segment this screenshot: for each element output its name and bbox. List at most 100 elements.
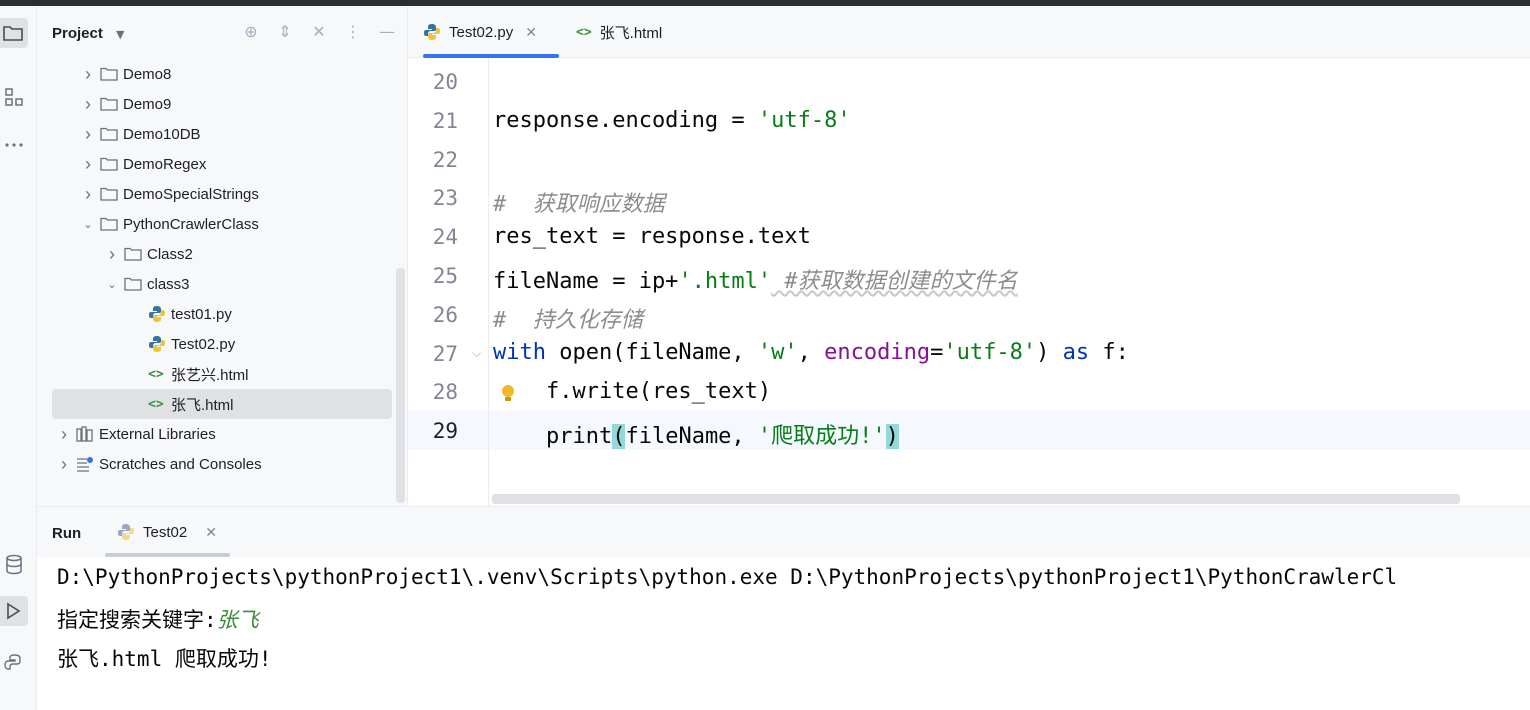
close-icon[interactable]: ✕ — [525, 24, 537, 41]
line-number: 21 — [432, 108, 458, 133]
folder-icon — [100, 185, 118, 203]
tree-item[interactable]: test01.py — [37, 299, 397, 329]
tree-item[interactable]: › Demo8 — [37, 59, 397, 89]
chevron-right-icon[interactable]: › — [57, 424, 71, 445]
tree-item-label: DemoRegex — [123, 155, 207, 173]
gutter-divider — [488, 58, 489, 506]
tree-item-label: Test02.py — [171, 335, 236, 353]
tree-scrollbar[interactable] — [396, 268, 405, 503]
tree-item[interactable]: › Scratches and Consoles — [37, 449, 397, 479]
chevron-down-icon[interactable]: ⌄ — [81, 218, 95, 231]
run-title: Run — [52, 525, 82, 542]
tree-item[interactable]: › Demo10DB — [37, 119, 397, 149]
line-number: 28 — [432, 380, 458, 405]
run-tab-label: Test02 — [143, 523, 188, 541]
line-number: 25 — [432, 264, 458, 288]
python-console-icon[interactable] — [0, 648, 28, 678]
chevron-down-icon[interactable]: ▼ — [116, 28, 124, 41]
folder-icon — [100, 215, 118, 233]
project-folder-icon[interactable] — [0, 18, 28, 48]
tool-window-strip — [0, 6, 37, 710]
fold-icon[interactable]: ⌵ — [472, 346, 481, 361]
chevron-right-icon[interactable]: › — [105, 244, 119, 265]
project-toolbar: ⊕ ⇕ ✕ ⋮ — — [241, 22, 397, 41]
tab-label: Test02.py — [449, 23, 514, 41]
tree-item[interactable]: › Demo9 — [37, 89, 397, 119]
folder-icon — [124, 275, 142, 293]
folder-icon — [100, 155, 118, 173]
tree-item-label: Scratches and Consoles — [99, 455, 262, 473]
tree-item[interactable]: <> 张艺兴.html — [37, 359, 397, 389]
code-editor[interactable]: 20 21 22 23 24 25 26 27 28 29 ⌵ response.encoding… — [408, 58, 1530, 506]
line-number: 27 — [432, 341, 458, 366]
tree-item-label: Demo8 — [123, 65, 172, 83]
project-panel-header: Project ▼ ⊕ ⇕ ✕ ⋮ — — [37, 6, 408, 58]
expand-collapse-icon[interactable]: ⇕ — [275, 22, 295, 41]
chevron-right-icon[interactable]: › — [81, 64, 95, 85]
console-line-prompt: 指定搜索关键字:张飞 — [57, 608, 259, 632]
tree-item-label: test01.py — [171, 305, 232, 323]
run-icon[interactable] — [0, 596, 28, 626]
scratches-icon — [76, 455, 94, 473]
project-tree: › Demo8 › Demo9 › Demo10DB › DemoRegex › DemoSpec… — [37, 59, 397, 479]
tree-item-label: Demo10DB — [123, 125, 201, 143]
tree-item-label: 张艺兴.html — [171, 366, 249, 384]
tree-item[interactable]: › DemoRegex — [37, 149, 397, 179]
tree-item[interactable]: ⌄ PythonCrawlerClass — [37, 209, 397, 239]
chevron-right-icon[interactable]: › — [81, 94, 95, 115]
line-number: 29 — [432, 419, 458, 444]
html-file-icon: <> — [148, 366, 164, 382]
html-file-icon: <> — [148, 396, 164, 412]
code-line-23: # 获取响应数据 — [493, 192, 665, 217]
tab-zhangfei-html[interactable]: <> 张飞.html — [576, 6, 662, 58]
collapse-all-icon[interactable]: ✕ — [309, 22, 329, 41]
tree-item-label: DemoSpecialStrings — [123, 185, 259, 203]
locate-icon[interactable]: ⊕ — [241, 22, 261, 41]
tree-item-label: PythonCrawlerClass — [123, 215, 259, 233]
library-icon — [76, 425, 94, 443]
folder-icon — [100, 95, 118, 113]
tree-item-label: Demo9 — [123, 95, 172, 113]
code-line-24: res_text = response.text — [493, 224, 811, 249]
line-number: 22 — [432, 147, 458, 172]
chevron-down-icon[interactable]: ⌄ — [105, 278, 119, 291]
folder-icon — [100, 65, 118, 83]
chevron-right-icon[interactable]: › — [57, 454, 71, 475]
more-tools-icon[interactable] — [0, 130, 28, 160]
run-panel-header: Run Test02 ✕ — [37, 507, 1530, 557]
console-line-command: D:\PythonProjects\pythonProject1\.venv\S… — [57, 565, 1398, 589]
python-run-icon — [118, 524, 134, 540]
editor-horizontal-scrollbar[interactable] — [492, 494, 1460, 504]
line-number: 20 — [432, 70, 458, 94]
code-line-25: fileName = ip+'.html' #获取数据创建的文件名 — [493, 269, 1018, 294]
tree-item-label: class3 — [147, 275, 190, 293]
options-icon[interactable]: ⋮ — [343, 22, 363, 41]
line-number: 24 — [432, 225, 458, 250]
code-line-27: with open(fileName, 'w', encoding='utf-8… — [493, 340, 1129, 365]
structure-icon[interactable] — [0, 82, 28, 112]
project-title[interactable]: Project — [52, 25, 103, 42]
database-icon[interactable] — [0, 550, 28, 580]
python-file-icon — [148, 305, 166, 323]
tree-item[interactable]: › Class2 — [37, 239, 397, 269]
python-file-icon — [424, 24, 440, 40]
tree-item-label: 张飞.html — [171, 396, 234, 414]
tree-item[interactable]: › External Libraries — [37, 419, 397, 449]
hide-icon[interactable]: — — [377, 22, 397, 41]
chevron-right-icon[interactable]: › — [81, 154, 95, 175]
tree-item[interactable]: Test02.py — [37, 329, 397, 359]
run-panel: Run Test02 ✕ D:\PythonProjects\pythonPro… — [37, 506, 1530, 710]
run-tab-test02[interactable]: Test02 ✕ — [105, 507, 230, 557]
chevron-right-icon[interactable]: › — [81, 184, 95, 205]
editor-tab-bar: Test02.py ✕ <> 张飞.html — [408, 6, 1530, 58]
console-line-result: 张飞.html 爬取成功! — [57, 647, 272, 671]
tree-item-label: External Libraries — [99, 425, 216, 443]
tree-item[interactable]: <> 张飞.html — [52, 389, 392, 419]
chevron-right-icon[interactable]: › — [81, 124, 95, 145]
python-file-icon — [148, 335, 166, 353]
line-number: 23 — [432, 186, 458, 211]
tab-test02-py[interactable]: Test02.py ✕ — [423, 6, 559, 58]
close-icon[interactable]: ✕ — [205, 524, 217, 541]
tree-item[interactable]: › DemoSpecialStrings — [37, 179, 397, 209]
tree-item[interactable]: ⌄ class3 — [37, 269, 397, 299]
